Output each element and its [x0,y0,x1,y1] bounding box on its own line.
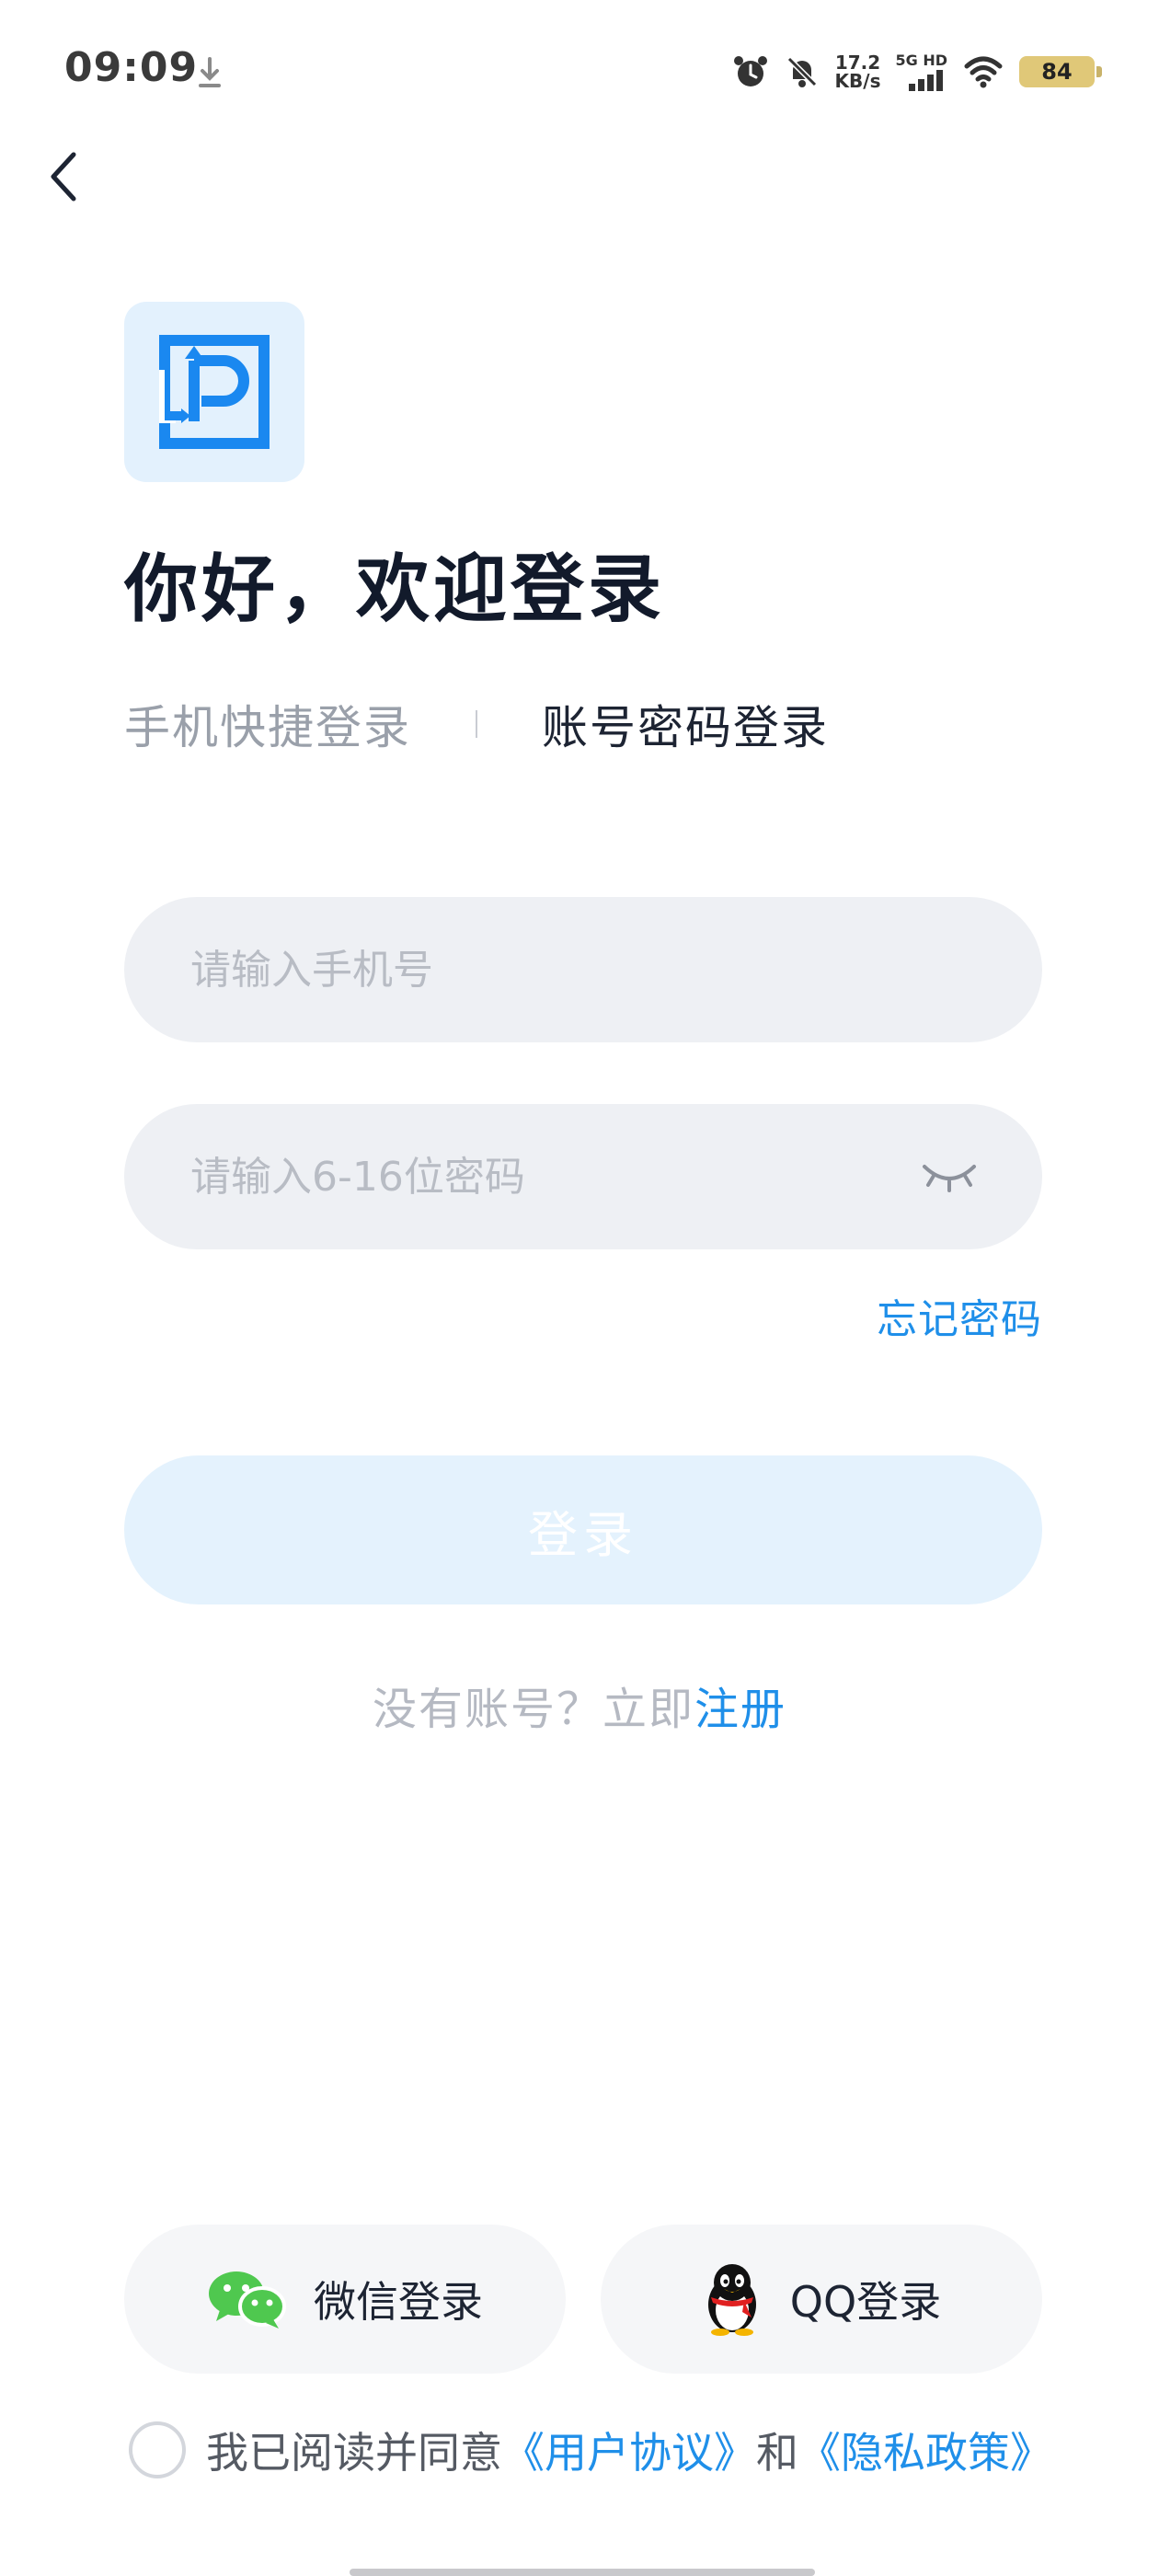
password-input[interactable] [189,1152,978,1202]
status-time: 09:09 [64,44,199,91]
register-prompt: 没有账号？立即注册 [0,1673,1159,1737]
forgot-password-link[interactable]: 忘记密码 [877,1286,1042,1345]
phone-field[interactable] [124,897,1042,1042]
net-speed-unit: KB/s [834,70,881,92]
home-indicator[interactable] [350,2569,815,2576]
app-logo [124,302,304,482]
user-agreement-link[interactable]: 《用户协议》 [502,2420,756,2480]
network-label: 5G HD [895,52,947,69]
bell-muted-icon [786,56,817,87]
back-arrow-icon[interactable] [46,147,83,206]
agreement-prefix: 我已阅读并同意 [206,2428,502,2478]
cell-signal: 5G HD [895,52,947,91]
wechat-login-button[interactable]: 微信登录 [124,2225,566,2374]
tab-divider [476,710,477,738]
battery-level: 84 [1041,59,1073,85]
signal-bars-icon [909,70,943,91]
eye-closed-icon[interactable] [921,1157,978,1194]
login-tabs: 手机快捷登录 账号密码登录 [124,692,829,756]
tab-password-login[interactable]: 账号密码登录 [542,691,829,757]
login-page: 09:09 17.2 KB/s 5G HD 84 你好，欢迎登录 手机快捷登录 … [0,0,1159,2576]
net-speed-value: 17.2 [834,52,881,74]
login-button[interactable]: 登录 [124,1455,1042,1604]
net-speed: 17.2 KB/s [835,53,881,90]
status-icons: 17.2 KB/s 5G HD 84 [732,48,1102,96]
wechat-icon [209,2271,286,2329]
wechat-login-label: 微信登录 [314,2277,483,2327]
status-bar: 09:09 17.2 KB/s 5G HD 84 [0,0,1159,138]
privacy-policy-link[interactable]: 《隐私政策》 [798,2420,1052,2480]
download-icon [199,57,221,87]
app-logo-icon [159,335,270,449]
qq-penguin-icon [707,2264,756,2336]
register-link[interactable]: 注册 [694,1684,786,1735]
agreement-and: 和 [756,2428,798,2478]
register-prompt-text: 没有账号？立即 [372,1684,694,1735]
agreement-checkbox[interactable] [129,2421,186,2478]
page-title: 你好，欢迎登录 [124,546,665,632]
battery-indicator: 84 [1019,56,1102,87]
password-field[interactable] [124,1104,1042,1249]
alarm-icon [733,56,767,86]
wifi-icon [964,56,1003,88]
qq-login-label: QQ登录 [789,2277,942,2327]
phone-input[interactable] [189,945,978,995]
tab-phone-login[interactable]: 手机快捷登录 [124,691,411,757]
qq-login-button[interactable]: QQ登录 [601,2225,1042,2374]
agreement-row: 我已阅读并同意 《用户协议》 和 《隐私政策》 [129,2420,1052,2480]
